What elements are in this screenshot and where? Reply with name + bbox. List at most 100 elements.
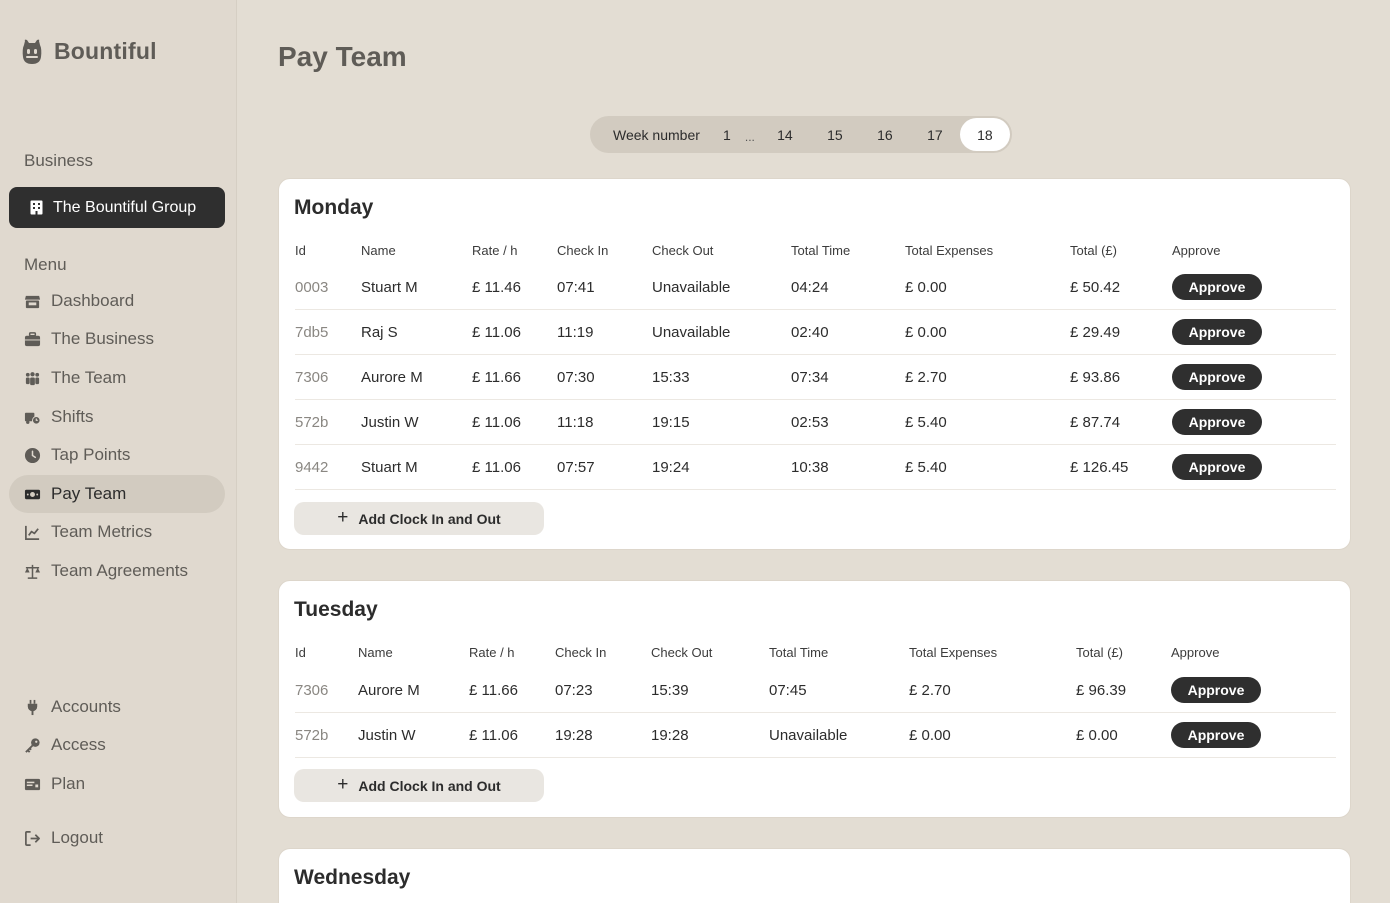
col-total: Total (£) xyxy=(1070,243,1117,258)
approve-button[interactable]: Approve xyxy=(1171,677,1261,703)
week-button-1[interactable]: 1 xyxy=(714,118,740,151)
col-total-time: Total Time xyxy=(769,645,829,660)
week-button-18[interactable]: 18 xyxy=(959,118,1010,151)
approve-button[interactable]: Approve xyxy=(1172,274,1262,300)
nav-access-label: Access xyxy=(51,735,106,754)
week-button-15[interactable]: 15 xyxy=(810,118,860,151)
key-icon xyxy=(23,736,41,754)
col-total: Total (£) xyxy=(1076,645,1123,660)
cell-check-out: 15:39 xyxy=(651,681,689,699)
day-card-wednesday: Wednesday xyxy=(278,848,1351,903)
week-number-label: Week number xyxy=(613,126,700,143)
table-row: 7306 Aurore M £ 11.66 07:30 15:33 07:34 … xyxy=(295,355,1336,400)
add-clock-in-out-label: Add Clock In and Out xyxy=(358,510,501,527)
cell-check-out: 19:15 xyxy=(652,413,690,431)
cell-name: Justin W xyxy=(361,413,419,431)
app-root: Bountiful Business The Bountiful Group M… xyxy=(0,0,1390,903)
add-clock-in-out-button[interactable]: + Add Clock In and Out xyxy=(294,502,544,535)
approve-button[interactable]: Approve xyxy=(1172,454,1262,480)
nav-dashboard-label: Dashboard xyxy=(51,291,135,310)
nav-plan[interactable]: Plan xyxy=(9,765,225,803)
approve-button[interactable]: Approve xyxy=(1172,409,1262,435)
cell-expenses: £ 5.40 xyxy=(905,413,947,431)
logout-icon xyxy=(23,829,41,847)
nav-shifts[interactable]: Shifts xyxy=(9,398,225,436)
nav-the-team[interactable]: The Team xyxy=(9,359,225,397)
week-ellipsis: ... xyxy=(744,129,755,144)
cell-name: Justin W xyxy=(358,726,416,744)
cell-rate: £ 11.66 xyxy=(472,368,521,386)
col-rate: Rate / h xyxy=(469,645,515,660)
briefcase-icon xyxy=(23,330,41,348)
cell-rate: £ 11.46 xyxy=(472,278,521,296)
cell-total: £ 96.39 xyxy=(1076,681,1127,699)
col-check-in: Check In xyxy=(555,645,607,660)
nav-team-agreements[interactable]: Team Agreements xyxy=(9,552,225,590)
plus-icon: + xyxy=(337,774,349,795)
week-button-14[interactable]: 14 xyxy=(760,118,810,151)
menu-section-label: Menu xyxy=(24,255,67,274)
cell-check-in: 07:57 xyxy=(557,458,595,476)
day-title: Wednesday xyxy=(294,866,411,889)
cell-check-out: Unavailable xyxy=(652,323,731,341)
col-name: Name xyxy=(361,243,396,258)
cell-id: 0003 xyxy=(295,278,329,296)
approve-button[interactable]: Approve xyxy=(1172,319,1262,345)
nav-the-business[interactable]: The Business xyxy=(9,320,225,358)
nav-tap-points-label: Tap Points xyxy=(51,445,131,464)
week-button-17[interactable]: 17 xyxy=(910,118,960,151)
cell-rate: £ 11.06 xyxy=(469,726,518,744)
approve-button[interactable]: Approve xyxy=(1171,722,1261,748)
table-row: 572b Justin W £ 11.06 19:28 19:28 Unavai… xyxy=(295,713,1336,758)
nav-pay-team-label: Pay Team xyxy=(51,484,127,503)
business-section-label: Business xyxy=(24,151,93,170)
people-icon xyxy=(23,369,41,387)
cell-expenses: £ 2.70 xyxy=(909,681,951,699)
nav-dashboard[interactable]: Dashboard xyxy=(9,282,225,320)
cell-total-time: 07:34 xyxy=(791,368,829,386)
cell-id: 572b xyxy=(295,726,329,744)
add-clock-in-out-label: Add Clock In and Out xyxy=(358,777,501,794)
store-icon xyxy=(23,292,41,310)
col-total-expenses: Total Expenses xyxy=(905,243,994,258)
week-button-16[interactable]: 16 xyxy=(860,118,910,151)
nav-team-metrics[interactable]: Team Metrics xyxy=(9,513,225,551)
col-approve: Approve xyxy=(1171,645,1220,660)
nav-shifts-label: Shifts xyxy=(51,407,94,426)
logout-button[interactable]: Logout xyxy=(9,819,225,857)
cell-id: 7306 xyxy=(295,368,329,386)
nav-tap-points[interactable]: Tap Points xyxy=(9,436,225,474)
cell-expenses: £ 2.70 xyxy=(905,368,947,386)
nav-pay-team[interactable]: Pay Team xyxy=(9,475,225,513)
cell-check-out: 19:28 xyxy=(651,726,689,744)
nav-accounts[interactable]: Accounts xyxy=(9,688,225,726)
brand-name: Bountiful xyxy=(54,38,157,64)
add-clock-in-out-button[interactable]: + Add Clock In and Out xyxy=(294,769,544,802)
table-row: 572b Justin W £ 11.06 11:18 19:15 02:53 … xyxy=(295,400,1336,445)
table-row: 0003 Stuart M £ 11.46 07:41 Unavailable … xyxy=(295,265,1336,310)
day-title: Tuesday xyxy=(294,598,378,621)
nav-access[interactable]: Access xyxy=(9,726,225,764)
table-row: 9442 Stuart M £ 11.06 07:57 19:24 10:38 … xyxy=(295,445,1336,490)
col-check-out: Check Out xyxy=(652,243,714,258)
cell-check-in: 07:41 xyxy=(557,278,595,296)
plug-icon xyxy=(23,698,41,716)
cell-rate: £ 11.66 xyxy=(469,681,518,699)
nav-accounts-label: Accounts xyxy=(51,697,121,716)
cell-total: £ 126.45 xyxy=(1070,458,1129,476)
cell-name: Stuart M xyxy=(361,278,418,296)
card-icon xyxy=(23,775,41,793)
cell-check-out: 15:33 xyxy=(652,368,690,386)
business-name: The Bountiful Group xyxy=(53,198,197,216)
cell-check-in: 11:19 xyxy=(557,323,594,341)
cell-check-in: 11:18 xyxy=(557,413,594,431)
cell-total-time: 04:24 xyxy=(791,278,829,296)
cell-check-out: 19:24 xyxy=(652,458,690,476)
col-id: Id xyxy=(295,645,306,660)
business-selector[interactable]: The Bountiful Group xyxy=(9,187,225,228)
approve-button[interactable]: Approve xyxy=(1172,364,1262,390)
plus-icon: + xyxy=(337,507,349,528)
cell-total-time: 02:40 xyxy=(791,323,829,341)
cell-name: Aurore M xyxy=(358,681,420,699)
brand[interactable]: Bountiful xyxy=(22,38,157,65)
